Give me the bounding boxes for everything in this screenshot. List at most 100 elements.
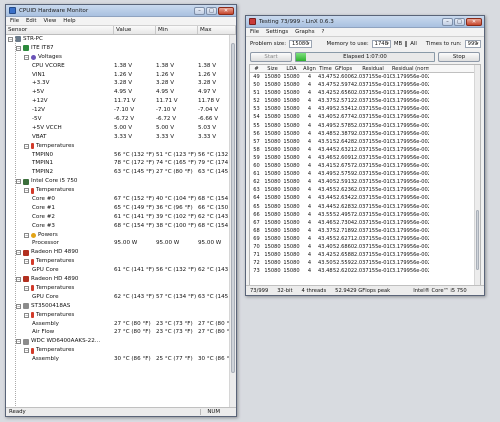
sensor-row[interactable]: GPU Core 61 °C (141 °F) 56 °C (132 °F) 62 °… [6, 266, 236, 275]
collapse-toggle-icon[interactable]: − [16, 45, 21, 51]
collapse-toggle-icon[interactable]: − [24, 259, 29, 265]
result-row[interactable]: 56 1508015080 4 43.48252.38792.037155e-0103… [250, 130, 480, 138]
result-row[interactable]: 70 1508015080 4 43.40152.68602.037155e-0103… [250, 243, 480, 251]
results-column-header[interactable]: Residual [354, 65, 392, 72]
menu-settings[interactable]: Settings [266, 29, 288, 35]
sensor-row[interactable]: TMPIN2 63 °C (145 °F) 27 °C (80 °F) 63 °C (… [6, 168, 236, 177]
result-row[interactable]: 49 1508015080 4 43.47252.60062.037155e-0103… [250, 73, 480, 81]
collapse-toggle-icon[interactable]: − [24, 188, 29, 194]
menu-graphs[interactable]: Graphs [295, 29, 314, 35]
result-row[interactable]: 68 1508015080 4 43.37452.71892.037155e-0103… [250, 227, 480, 235]
scrollbar-thumb[interactable] [231, 43, 235, 373]
sensor-row[interactable]: − Temperatures [6, 346, 236, 355]
results-column-header[interactable]: GFlops [333, 65, 354, 72]
sensor-tree[interactable]: − STR-PC − ITE IT87− Voltages CPU VCORE 1.38 V… [6, 35, 236, 416]
result-row[interactable]: 71 1508015080 4 43.42452.65882.037155e-0103… [250, 251, 480, 259]
memory-select[interactable]: 1748 [371, 39, 391, 48]
results-column-header[interactable]: Align [301, 65, 318, 72]
minimize-button[interactable]: – [442, 17, 453, 26]
hwmon-titlebar[interactable]: CPUID Hardware Monitor – □ ✕ [6, 5, 236, 17]
collapse-toggle-icon[interactable]: − [16, 303, 21, 309]
collapse-toggle-icon[interactable]: − [24, 348, 29, 354]
scrollbar-thumb[interactable] [476, 210, 479, 270]
problem-size-select[interactable]: 15080 [289, 39, 312, 48]
result-row[interactable]: 64 1508015080 4 43.44452.63422.037155e-0103… [250, 194, 480, 202]
results-column-header[interactable]: LDA [282, 65, 301, 72]
result-row[interactable]: 58 1508015080 4 43.44652.63212.037155e-0103… [250, 146, 480, 154]
result-row[interactable]: 57 1508015080 4 43.51252.64282.037155e-0103… [250, 138, 480, 146]
result-row[interactable]: 65 1508015080 4 43.44952.62832.037155e-0103… [250, 203, 480, 211]
start-button[interactable]: Start [250, 52, 292, 62]
sensor-row[interactable]: − Powers [6, 231, 236, 240]
times-to-run-select[interactable]: 999 [464, 39, 481, 48]
menu-view[interactable]: View [43, 18, 56, 24]
result-row[interactable]: 69 1508015080 4 43.45052.62712.037155e-0103… [250, 235, 480, 243]
result-row[interactable]: 63 1508015080 4 43.45352.62362.037155e-0103… [250, 186, 480, 194]
collapse-toggle-icon[interactable]: − [16, 179, 21, 185]
collapse-toggle-icon[interactable]: − [24, 312, 29, 318]
column-header-sensor[interactable]: Sensor [6, 26, 114, 34]
sensor-row[interactable]: Core #0 67 °C (152 °F) 40 °C (104 °F) 68 °C… [6, 195, 236, 204]
sensor-row[interactable]: − Radeon HD 4890 [6, 275, 236, 284]
sensor-row[interactable]: − Intel Core i5 750 [6, 177, 236, 186]
sensor-row[interactable]: TMPIN0 56 °C (132 °F) 51 °C (123 °F) 56 °C … [6, 151, 236, 160]
sensor-row[interactable]: VIN1 1.26 V 1.26 V 1.26 V [6, 71, 236, 80]
sensor-row[interactable]: Core #2 61 °C (141 °F) 39 °C (102 °F) 62 °C… [6, 213, 236, 222]
sensor-row[interactable]: − Radeon HD 4890 [6, 248, 236, 257]
collapse-toggle-icon[interactable]: − [24, 232, 29, 238]
collapse-toggle-icon[interactable]: − [24, 143, 29, 149]
result-row[interactable]: 50 1508015080 4 43.47552.59742.037155e-0103… [250, 81, 480, 89]
menu-file[interactable]: File [10, 18, 19, 24]
sensor-tree-scrollbar[interactable] [229, 35, 236, 416]
result-row[interactable]: 54 1508015080 4 43.40952.67742.037155e-0103… [250, 113, 480, 121]
result-row[interactable]: 52 1508015080 4 43.37652.57122.037155e-0103… [250, 97, 480, 105]
sensor-row[interactable]: − Voltages [6, 53, 236, 62]
sensor-row[interactable]: +12V 11.71 V 11.71 V 11.78 V [6, 97, 236, 106]
results-scrollbar[interactable] [474, 65, 480, 285]
collapse-toggle-icon[interactable]: − [24, 285, 29, 291]
collapse-toggle-icon[interactable]: − [16, 339, 21, 345]
linx-titlebar[interactable]: Testing 73/999 - LinX 0.6.3 – □ ✕ [246, 16, 484, 28]
results-column-header[interactable]: Residual (norm) [392, 65, 429, 72]
results-column-header[interactable]: Size [263, 65, 282, 72]
sensor-row[interactable]: -5V -6.72 V -6.72 V -6.66 V [6, 115, 236, 124]
sensor-row[interactable]: − Temperatures [6, 142, 236, 151]
column-header-min[interactable]: Min [156, 26, 198, 34]
menu-help[interactable]: ? [322, 29, 325, 35]
sensor-row[interactable]: − STR-PC [6, 35, 236, 44]
close-button[interactable]: ✕ [466, 17, 482, 26]
sensor-row[interactable]: +3.3V 3.28 V 3.28 V 3.28 V [6, 79, 236, 88]
sensor-row[interactable]: Assembly 27 °C (80 °F) 23 °C (73 °F) 27 °C … [6, 320, 236, 329]
sensor-row[interactable]: Core #3 68 °C (154 °F) 38 °C (100 °F) 68 °C… [6, 222, 236, 231]
sensor-row[interactable]: − ITE IT87 [6, 44, 236, 53]
column-header-max[interactable]: Max [198, 26, 236, 34]
maximize-button[interactable]: □ [454, 17, 465, 26]
sensor-row[interactable]: -12V -7.10 V -7.10 V -7.04 V [6, 106, 236, 115]
result-row[interactable]: 66 1508015080 4 43.55952.49572.037155e-0103… [250, 211, 480, 219]
result-row[interactable]: 51 1508015080 4 43.42652.65602.037155e-0103… [250, 89, 480, 97]
results-column-header[interactable]: Time [318, 65, 333, 72]
menu-edit[interactable]: Edit [26, 18, 36, 24]
sensor-row[interactable]: Air Flow 27 °C (80 °F) 23 °C (73 °F) 27 °C … [6, 328, 236, 337]
sensor-row[interactable]: Core #1 65 °C (149 °F) 36 °C (96 °F) 66 °C … [6, 204, 236, 213]
menu-help[interactable]: Help [63, 18, 75, 24]
collapse-toggle-icon[interactable]: − [16, 250, 21, 256]
stop-button[interactable]: Stop [438, 52, 480, 62]
result-row[interactable]: 73 1508015080 4 43.48252.62022.037155e-0103… [250, 267, 480, 275]
sensor-row[interactable]: CPU VCORE 1.38 V 1.38 V 1.38 V [6, 62, 236, 71]
sensor-row[interactable]: GPU Core 62 °C (143 °F) 57 °C (134 °F) 63 °… [6, 293, 236, 302]
sensor-row[interactable]: TMPIN1 78 °C (172 °F) 74 °C (165 °F) 79 °C … [6, 159, 236, 168]
sensor-row[interactable]: − ST3500418AS [6, 302, 236, 311]
result-row[interactable]: 53 1508015080 4 43.49052.53412.037155e-0103… [250, 105, 480, 113]
close-button[interactable]: ✕ [218, 6, 234, 15]
menu-file[interactable]: File [250, 29, 259, 35]
sensor-row[interactable]: − WDC WD6400AAKS-22... [6, 337, 236, 346]
maximize-button[interactable]: □ [206, 6, 217, 15]
sensor-row[interactable]: VBAT 3.33 V 3.33 V 3.33 V [6, 133, 236, 142]
column-header-value[interactable]: Value [114, 26, 156, 34]
sensor-row[interactable]: +5V VCCH 5.00 V 5.00 V 5.03 V [6, 124, 236, 133]
collapse-toggle-icon[interactable]: − [8, 36, 13, 42]
sensor-row[interactable]: Assembly 30 °C (86 °F) 25 °C (77 °F) 30 °C … [6, 355, 236, 364]
sensor-row[interactable]: − Temperatures [6, 284, 236, 293]
collapse-toggle-icon[interactable]: − [16, 276, 21, 282]
